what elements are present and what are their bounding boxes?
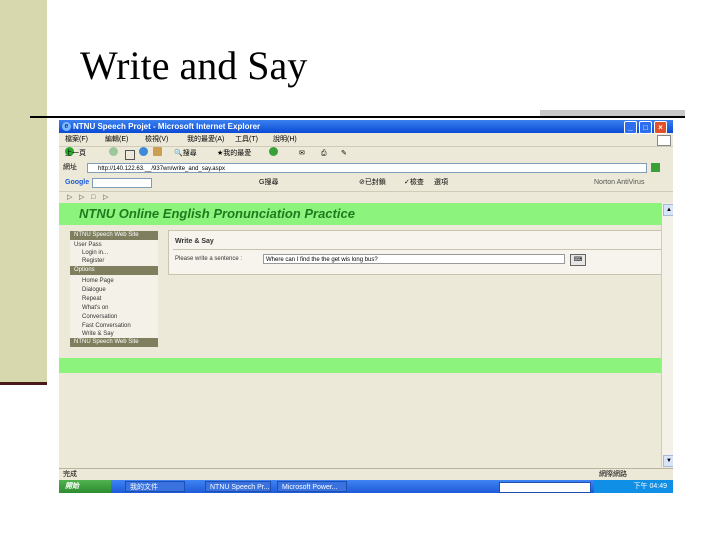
page-content: NTNU Online English Pronunciation Practi… — [59, 203, 673, 467]
print-button[interactable]: ⎙ — [321, 147, 327, 161]
site-banner: NTNU Online English Pronunciation Practi… — [59, 203, 661, 225]
nav-header-bottom[interactable]: NTNU Speech Web Site — [70, 338, 158, 347]
menu-bar: 檔案(F) 編輯(E) 檢視(V) 我的最愛(A) 工具(T) 說明(H) — [59, 134, 673, 146]
vertical-scrollbar[interactable]: ▲ ▼ — [661, 203, 673, 467]
search-label: 搜尋 — [182, 150, 197, 157]
taskbar-address-input[interactable] — [499, 482, 591, 493]
nav-register[interactable]: Register — [82, 257, 104, 265]
write-say-panel: Write & Say Please write a sentence : Wh… — [168, 230, 673, 275]
back-label: 上一頁 — [65, 150, 86, 157]
home-icon — [153, 147, 162, 156]
go-arrow-icon[interactable] — [651, 163, 660, 172]
google-search-button[interactable]: G 搜尋 — [259, 176, 278, 190]
maximize-button[interactable]: □ — [639, 121, 652, 134]
nav-whats-on[interactable]: What's on — [82, 304, 109, 312]
google-toolbar: Google G 搜尋 ⊘ 已封鎖 ✓ 檢查 選項 Norton AntiVir… — [59, 176, 673, 190]
site-footer — [59, 358, 661, 373]
google-search-label: 搜尋 — [264, 179, 279, 186]
address-bar: 網址 http://140.122.63.__/937wn/write_and_… — [59, 161, 673, 175]
clock[interactable]: 下午 04:49 — [634, 480, 667, 493]
menu-edit[interactable]: 編輯(E) — [105, 134, 128, 145]
slide-left-bar-line — [0, 382, 47, 385]
menu-help[interactable]: 說明(H) — [273, 134, 297, 145]
slide-title-rule — [30, 116, 685, 118]
address-label: 網址 — [63, 164, 77, 171]
nav-section-user: User Pass — [74, 242, 102, 248]
browser-window: e NTNU Speech Projet - Microsoft Interne… — [59, 120, 673, 493]
google-options-label: 選項 — [434, 179, 448, 186]
nav-conversation[interactable]: Conversation — [82, 313, 117, 321]
task-my-documents[interactable]: 我的文件 — [125, 481, 185, 492]
nav-dialogue[interactable]: Dialogue — [82, 286, 106, 294]
nav-write-and-say[interactable]: Write & Say — [82, 330, 114, 338]
scroll-up-arrow[interactable]: ▲ — [663, 204, 673, 216]
submit-button[interactable]: ⌨ — [570, 254, 586, 266]
nav-section-options: Options — [70, 266, 158, 275]
history-icon — [269, 147, 278, 156]
slide-left-bar — [0, 0, 47, 385]
status-bar: 完成 網際網路 — [59, 468, 673, 480]
edit-button[interactable]: ✎ — [341, 147, 347, 161]
close-button[interactable]: × — [654, 121, 667, 134]
panel-divider — [173, 249, 671, 250]
search-button[interactable]: 🔍 搜尋 — [174, 147, 197, 161]
menu-view[interactable]: 檢視(V) — [145, 134, 168, 145]
stop-button[interactable] — [125, 150, 135, 160]
address-input[interactable]: http://140.122.63.__/937wn/write_and_say… — [87, 163, 647, 173]
menu-file[interactable]: 檔案(F) — [65, 134, 88, 145]
menu-favorites[interactable]: 我的最愛(A) — [187, 134, 224, 145]
google-logo: Google — [65, 179, 90, 186]
favorites-label: 我的最愛 — [223, 150, 252, 157]
task-ntnu-speech[interactable]: NTNU Speech Pr... — [205, 481, 271, 492]
start-button[interactable]: 開始 — [59, 480, 111, 493]
favorites-button[interactable]: ★ 我的最愛 — [217, 147, 251, 161]
norton-label[interactable]: Norton AntiVirus — [594, 176, 644, 190]
ie-logo-icon: e — [62, 122, 71, 131]
minimize-button[interactable]: _ — [624, 121, 637, 134]
nav-home-page[interactable]: Home Page — [82, 277, 114, 285]
refresh-icon — [139, 147, 148, 156]
google-blocked-label: 已封鎖 — [364, 179, 386, 186]
sentence-label: Please write a sentence : — [175, 256, 243, 262]
window-titlebar: e NTNU Speech Projet - Microsoft Interne… — [59, 120, 673, 134]
status-done-text: 完成 — [63, 471, 77, 478]
nav-repeat[interactable]: Repeat — [82, 295, 101, 303]
task-powerpoint[interactable]: Microsoft Power... — [277, 481, 347, 492]
forward-arrow-icon — [109, 147, 118, 156]
mail-button[interactable]: ✉ — [299, 147, 305, 161]
panel-title: Write & Say — [175, 238, 214, 245]
scroll-down-arrow[interactable]: ▼ — [663, 455, 673, 467]
status-zone-text: 網際網路 — [599, 471, 627, 478]
nav-login[interactable]: Login in... — [82, 249, 108, 257]
google-blocked-button[interactable]: ⊘ 已封鎖 — [359, 176, 386, 190]
nav-fast-conversation[interactable]: Fast Conversation — [82, 322, 131, 330]
site-title: NTNU Online English Pronunciation Practi… — [79, 206, 355, 221]
system-tray: 下午 04:49 — [594, 480, 673, 493]
sentence-input[interactable]: Where can I find the the get wis long bu… — [263, 254, 565, 264]
windows-flag-icon — [657, 135, 671, 146]
google-check-button[interactable]: ✓ 檢查 — [404, 176, 424, 190]
menu-tools[interactable]: 工具(T) — [235, 134, 258, 145]
windows-taskbar: 開始 我的文件 NTNU Speech Pr... Microsoft Powe… — [59, 480, 673, 493]
window-title: NTNU Speech Projet - Microsoft Internet … — [73, 122, 261, 131]
google-search-input[interactable] — [92, 178, 152, 188]
slide-title: Write and Say — [80, 43, 308, 88]
left-navigation: NTNU Speech Web Site User Pass Login in.… — [70, 231, 158, 347]
standard-toolbar: 上一頁 🔍 搜尋 ★ 我的最愛 ✉ ⎙ ✎ — [59, 146, 673, 161]
nav-header-top[interactable]: NTNU Speech Web Site — [70, 231, 158, 240]
google-check-label: 檢查 — [409, 179, 424, 186]
